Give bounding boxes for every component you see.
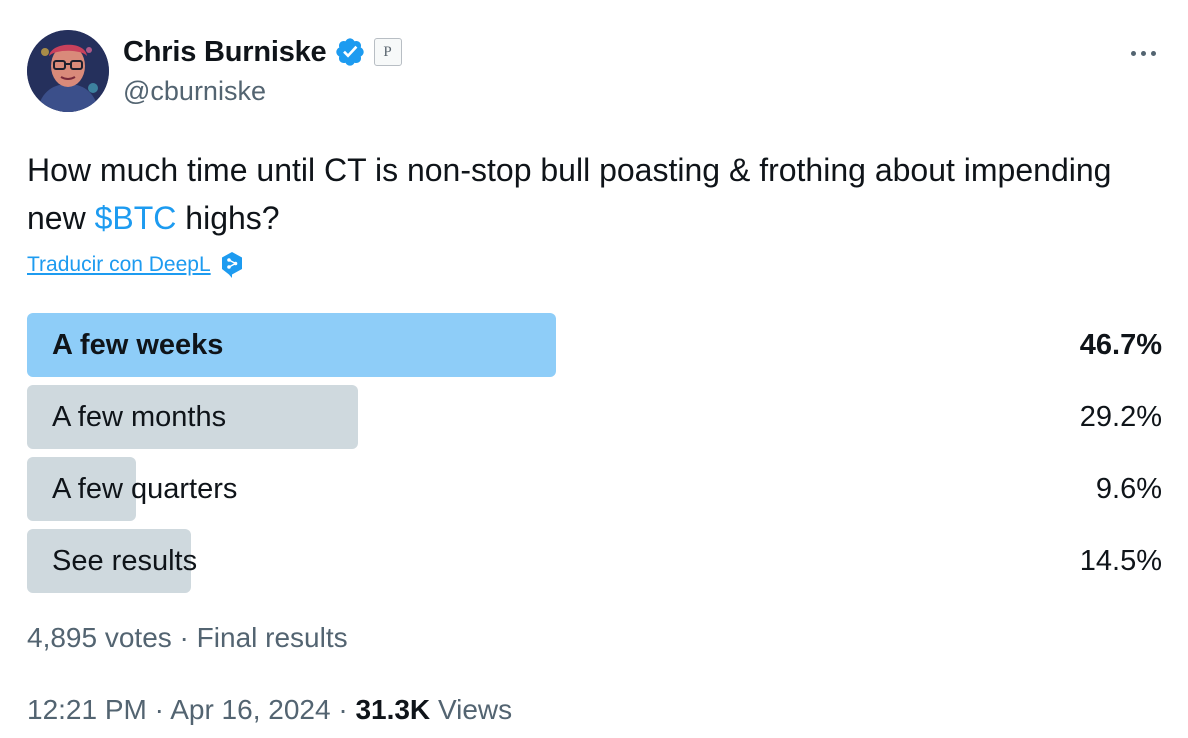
- affiliate-badge[interactable]: P: [373, 38, 402, 66]
- poll-status: Final results: [196, 622, 348, 653]
- poll-option-percent: 14.5%: [1079, 545, 1162, 577]
- more-dot-icon: [1150, 50, 1156, 56]
- author-display-name[interactable]: Chris Burniske: [123, 36, 327, 69]
- poll-option[interactable]: A few weeks 46.7%: [27, 313, 1162, 377]
- poll-option[interactable]: See results 14.5%: [27, 529, 1162, 593]
- poll-option[interactable]: A few months 29.2%: [27, 385, 1162, 449]
- tweet-time[interactable]: 12:21 PM: [27, 694, 147, 725]
- more-options-button[interactable]: [1123, 38, 1163, 68]
- verified-badge-icon[interactable]: [334, 36, 366, 68]
- author-name-row: Chris Burniske P: [123, 34, 402, 70]
- poll-option[interactable]: A few quarters 9.6%: [27, 457, 1162, 521]
- tweet-timestamp-row: 12:21 PM · Apr 16, 2024 · 31.3K Views: [27, 690, 512, 730]
- poll-option-percent: 9.6%: [1095, 473, 1162, 505]
- views-count: 31.3K: [355, 694, 431, 725]
- poll-option-percent: 46.7%: [1079, 329, 1162, 361]
- deepl-logo-icon[interactable]: [220, 251, 244, 279]
- more-dot-icon: [1130, 50, 1136, 56]
- cashtag-link[interactable]: $BTC: [95, 200, 177, 236]
- author-handle[interactable]: @cburniske: [123, 76, 266, 107]
- meta-separator: ·: [146, 694, 171, 725]
- poll-option-label: A few weeks: [52, 329, 224, 361]
- meta-separator: ·: [330, 694, 356, 725]
- poll-option-percent: 29.2%: [1079, 401, 1162, 433]
- poll-option-label: See results: [52, 545, 198, 577]
- translate-row: Traducir con DeepL: [27, 250, 244, 280]
- tweet-text-part: highs?: [176, 200, 280, 236]
- poll-votes: 4,895 votes: [27, 622, 172, 653]
- views-label: Views: [437, 694, 513, 725]
- avatar[interactable]: [27, 30, 109, 112]
- tweet-date[interactable]: Apr 16, 2024: [170, 694, 330, 725]
- translate-link[interactable]: Traducir con DeepL: [27, 253, 211, 277]
- poll-option-label: A few quarters: [52, 473, 238, 505]
- poll-option-label: A few months: [52, 401, 227, 433]
- profile-portrait-icon: [27, 30, 109, 112]
- poll-separator: ·: [171, 622, 197, 653]
- poll-summary: 4,895 votes · Final results: [27, 618, 348, 658]
- tweet-text: How much time until CT is non-stop bull …: [27, 146, 1147, 242]
- more-dot-icon: [1140, 50, 1146, 56]
